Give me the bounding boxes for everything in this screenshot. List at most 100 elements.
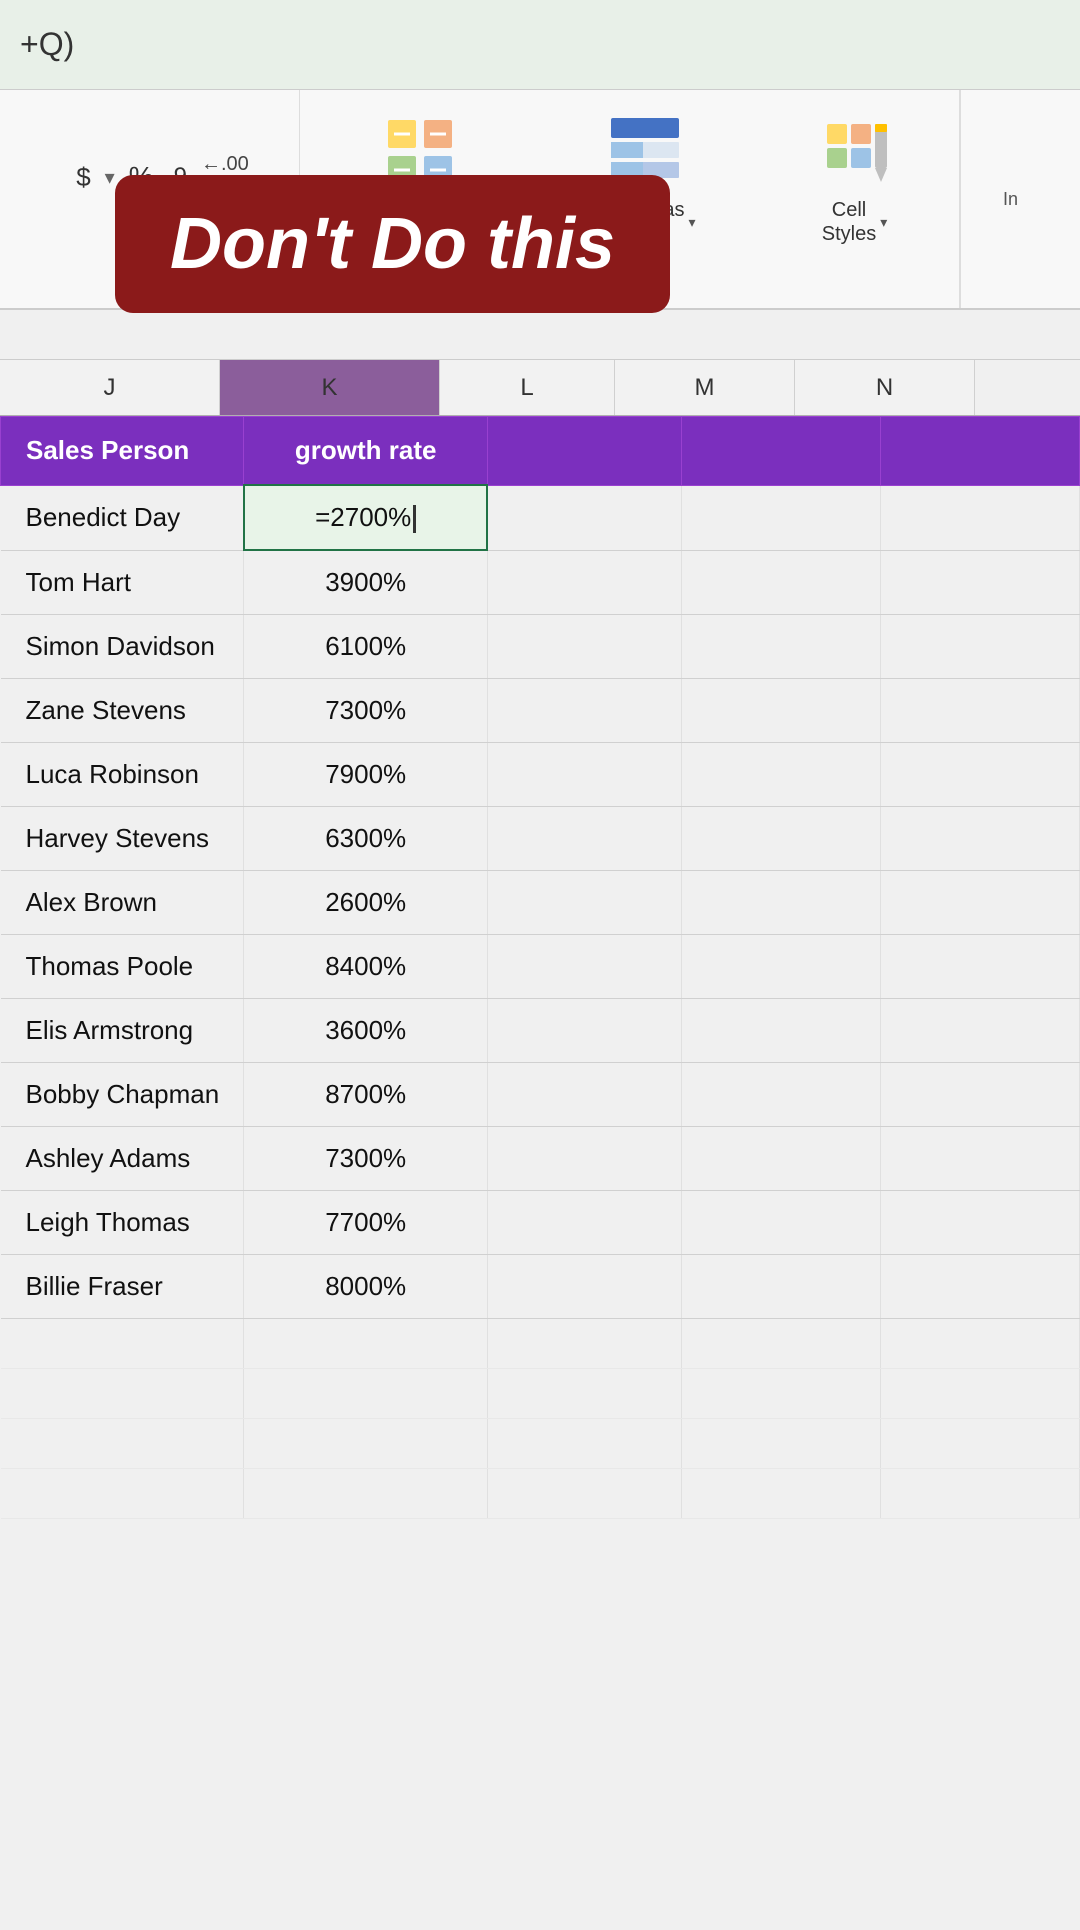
- cursor: [413, 505, 416, 533]
- cell-value-11[interactable]: 7700%: [244, 1191, 487, 1255]
- cell-l-9[interactable]: [487, 1063, 681, 1127]
- cell-value-6[interactable]: 2600%: [244, 871, 487, 935]
- empty-k-4[interactable]: [244, 1469, 487, 1519]
- cell-l-1[interactable]: [487, 550, 681, 615]
- cell-m-0: [681, 485, 880, 550]
- cell-m-2: [681, 615, 880, 679]
- cell-n-1: [880, 550, 1079, 615]
- cell-value-5[interactable]: 6300%: [244, 807, 487, 871]
- table-row[interactable]: Thomas Poole 8400%: [1, 935, 1080, 999]
- insert-btn-partial[interactable]: In: [1003, 189, 1018, 210]
- cell-name-8: Elis Armstrong: [1, 999, 244, 1063]
- cell-l-4[interactable]: [487, 743, 681, 807]
- table-row[interactable]: Leigh Thomas 7700%: [1, 1191, 1080, 1255]
- empty-j-3[interactable]: [1, 1419, 244, 1469]
- cell-m-12: [681, 1255, 880, 1319]
- cell-value-0[interactable]: =2700%: [244, 485, 487, 550]
- cell-m-3: [681, 679, 880, 743]
- empty-row: [1, 1369, 1080, 1419]
- cell-n-7: [880, 935, 1079, 999]
- cell-value-4[interactable]: 7900%: [244, 743, 487, 807]
- empty-l-4[interactable]: [487, 1469, 681, 1519]
- col-header-l[interactable]: L: [440, 360, 615, 415]
- cell-n-2: [880, 615, 1079, 679]
- cell-styles-chevron: ▾: [880, 214, 887, 231]
- col-header-k[interactable]: K: [220, 360, 440, 415]
- table-row[interactable]: Ashley Adams 7300%: [1, 1127, 1080, 1191]
- empty-k-2[interactable]: [244, 1369, 487, 1419]
- cell-m-4: [681, 743, 880, 807]
- header-l: [487, 417, 681, 486]
- cell-n-4: [880, 743, 1079, 807]
- empty-j-2[interactable]: [1, 1369, 244, 1419]
- cell-l-3[interactable]: [487, 679, 681, 743]
- cell-value-2[interactable]: 6100%: [244, 615, 487, 679]
- cell-name-5: Harvey Stevens: [1, 807, 244, 871]
- cell-l-2[interactable]: [487, 615, 681, 679]
- table-row[interactable]: Benedict Day =2700%: [1, 485, 1080, 550]
- table-row[interactable]: Elis Armstrong 3600%: [1, 999, 1080, 1063]
- insert-label-partial: In: [1003, 189, 1018, 210]
- cell-name-2: Simon Davidson: [1, 615, 244, 679]
- table-row[interactable]: Tom Hart 3900%: [1, 550, 1080, 615]
- cell-l-6[interactable]: [487, 871, 681, 935]
- col-header-j[interactable]: J: [0, 360, 220, 415]
- header-sales-person: Sales Person: [1, 417, 244, 486]
- cell-n-5: [880, 807, 1079, 871]
- empty-row: [1, 1469, 1080, 1519]
- cell-value-3[interactable]: 7300%: [244, 679, 487, 743]
- cell-name-10: Ashley Adams: [1, 1127, 244, 1191]
- cell-styles-btn[interactable]: CellStyles ▾: [815, 112, 895, 246]
- dollar-btn[interactable]: $: [70, 158, 96, 197]
- table-row[interactable]: Zane Stevens 7300%: [1, 679, 1080, 743]
- spreadsheet-area: J K L M N Sales Person growth rate Bened…: [0, 310, 1080, 1930]
- cell-n-10: [880, 1127, 1079, 1191]
- cell-value-8[interactable]: 3600%: [244, 999, 487, 1063]
- table-row[interactable]: Billie Fraser 8000%: [1, 1255, 1080, 1319]
- empty-l[interactable]: [487, 1319, 681, 1369]
- empty-k[interactable]: [244, 1319, 487, 1369]
- empty-m: [681, 1319, 880, 1369]
- cell-name-4: Luca Robinson: [1, 743, 244, 807]
- empty-j-4[interactable]: [1, 1469, 244, 1519]
- table-row[interactable]: Harvey Stevens 6300%: [1, 807, 1080, 871]
- cell-m-11: [681, 1191, 880, 1255]
- empty-k-3[interactable]: [244, 1419, 487, 1469]
- cell-m-9: [681, 1063, 880, 1127]
- cell-l-8[interactable]: [487, 999, 681, 1063]
- table-row[interactable]: Bobby Chapman 8700%: [1, 1063, 1080, 1127]
- cell-l-7[interactable]: [487, 935, 681, 999]
- cell-value-12[interactable]: 8000%: [244, 1255, 487, 1319]
- format-as-table-chevron: ▾: [689, 214, 696, 231]
- empty-n-2: [880, 1369, 1079, 1419]
- table-row[interactable]: Simon Davidson 6100%: [1, 615, 1080, 679]
- cell-n-9: [880, 1063, 1079, 1127]
- cell-value-9[interactable]: 8700%: [244, 1063, 487, 1127]
- col-header-n[interactable]: N: [795, 360, 975, 415]
- empty-j[interactable]: [1, 1319, 244, 1369]
- cell-l-5[interactable]: [487, 807, 681, 871]
- cell-l-0[interactable]: [487, 485, 681, 550]
- cell-n-6: [880, 871, 1079, 935]
- cell-styles-label: CellStyles: [822, 198, 876, 246]
- empty-l-3[interactable]: [487, 1419, 681, 1469]
- cell-m-5: [681, 807, 880, 871]
- cell-name-1: Tom Hart: [1, 550, 244, 615]
- cell-l-10[interactable]: [487, 1127, 681, 1191]
- header-n: [880, 417, 1079, 486]
- empty-m-3: [681, 1419, 880, 1469]
- empty-n-4: [880, 1469, 1079, 1519]
- cell-value-7[interactable]: 8400%: [244, 935, 487, 999]
- cell-value-10[interactable]: 7300%: [244, 1127, 487, 1191]
- decrease-decimal-icon[interactable]: ←.00: [201, 153, 249, 176]
- ribbon: $ ▾ % 9 ←.00 .00→ Number ↙: [0, 90, 1080, 310]
- table-row[interactable]: Alex Brown 2600%: [1, 871, 1080, 935]
- cell-value-1[interactable]: 3900%: [244, 550, 487, 615]
- dollar-dropdown[interactable]: ▾: [105, 165, 115, 190]
- empty-l-2[interactable]: [487, 1369, 681, 1419]
- table-row[interactable]: Luca Robinson 7900%: [1, 743, 1080, 807]
- col-header-m[interactable]: M: [615, 360, 795, 415]
- cell-n-0: [880, 485, 1079, 550]
- cell-l-12[interactable]: [487, 1255, 681, 1319]
- cell-l-11[interactable]: [487, 1191, 681, 1255]
